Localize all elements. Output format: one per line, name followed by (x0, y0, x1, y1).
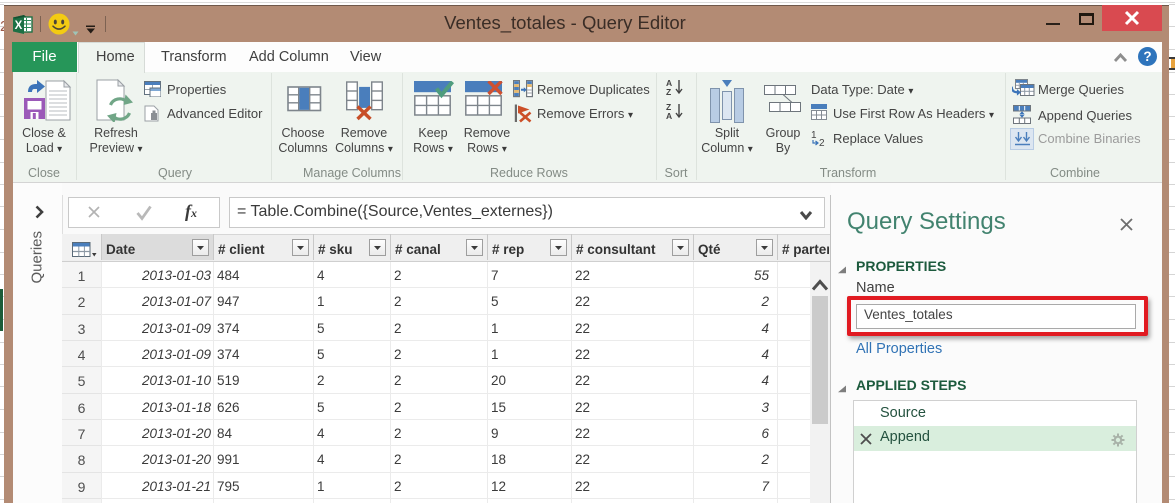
svg-text:X: X (15, 20, 23, 32)
svg-text:1: 1 (811, 130, 817, 141)
svg-text:?: ? (1143, 49, 1151, 64)
svg-text:A: A (666, 111, 672, 120)
svg-text:Z: Z (666, 87, 671, 96)
svg-text:2: 2 (819, 138, 825, 147)
